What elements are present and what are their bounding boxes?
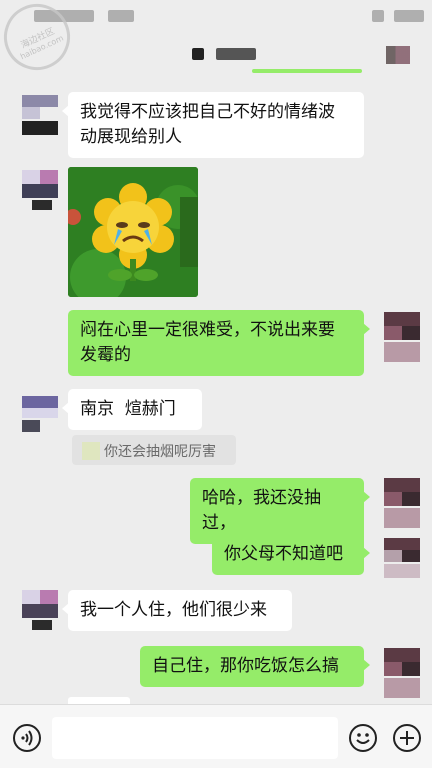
input-bar [0,704,432,768]
message-bubble-incoming[interactable]: 我觉得不应该把自己不好的情绪波 动展现给别人 [62,92,364,158]
previous-message-edge [252,69,362,73]
message-bubble-outgoing[interactable]: 你父母不知道吧 [212,534,370,575]
quote-text: 你还会抽烟呢厉害 [104,444,216,460]
status-info-blurred [108,10,134,22]
more-icon[interactable] [386,46,410,64]
message-line: 南京 煊赫门 [80,399,176,419]
avatar[interactable] [22,95,58,135]
message-line: 闷在心里一定很难受，不说出来要 [80,320,335,340]
chat-title-blurred-2 [216,48,256,60]
message-line: 我一个人住，他们很少来 [80,600,267,620]
avatar[interactable] [22,170,58,210]
crying-sunflower-sticker[interactable] [68,167,198,297]
chat-title-blurred [192,48,204,60]
avatar[interactable] [22,396,58,436]
message-bubble-incoming[interactable]: 我一个人住，他们很少来 [62,590,292,631]
message-line: 自己住，那你吃饭怎么搞 [152,656,339,676]
message-bubble-outgoing[interactable]: 闷在心里一定很难受，不说出来要 发霉的 [68,310,370,376]
message-input[interactable] [52,717,338,759]
message-line: 我觉得不应该把自己不好的情绪波 [80,102,335,122]
emoji-icon[interactable] [348,723,378,753]
message-line: 动展现给别人 [80,127,182,147]
avatar-self[interactable] [384,478,420,528]
avatar-self[interactable] [384,312,420,362]
voice-icon[interactable] [12,723,42,753]
message-bubble-incoming[interactable]: 南京 煊赫门 [62,389,202,430]
message-line: 哈哈，我还没抽过， [202,488,321,533]
avatar-self[interactable] [384,538,420,578]
message-bubble-outgoing[interactable]: 自己住，那你吃饭怎么搞 [140,646,370,687]
plus-icon[interactable] [392,723,422,753]
avatar-self[interactable] [384,648,420,698]
signal-icon [372,10,384,22]
message-line: 发霉的 [80,345,131,365]
battery-icon [394,10,424,22]
avatar[interactable] [22,590,58,630]
message-line: 你父母不知道吧 [224,544,343,564]
quote-thumbnail-icon [82,442,100,460]
